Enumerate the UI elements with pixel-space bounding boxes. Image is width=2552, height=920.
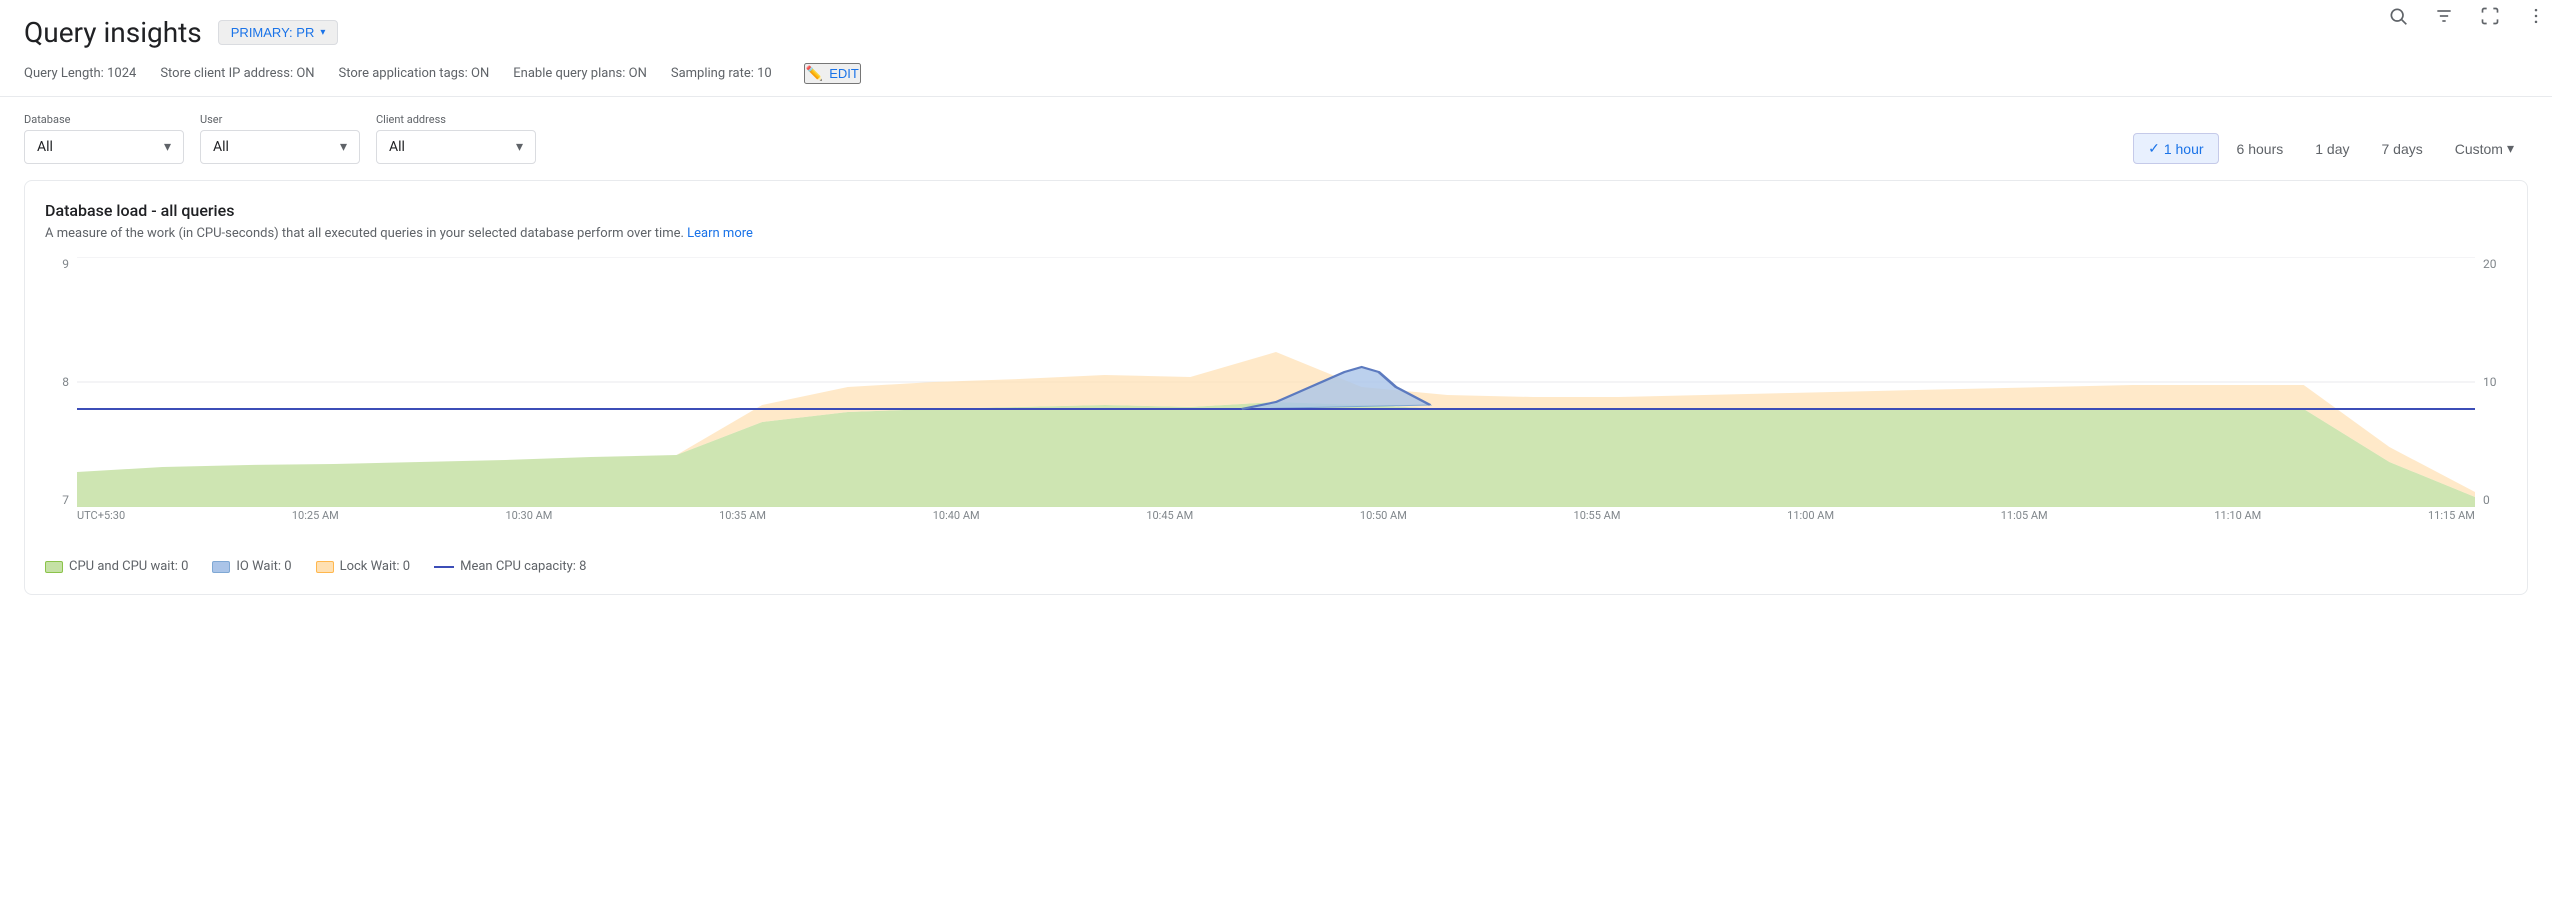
client-address-label: Client address	[376, 113, 536, 126]
legend-io-label: IO Wait: 0	[236, 559, 291, 574]
y-axis-left-mid: 8	[45, 375, 69, 389]
legend-cpu-capacity-label: Mean CPU capacity: 8	[460, 559, 586, 574]
cpu-legend-color	[45, 561, 63, 573]
x-axis-label-1100: 11:00 AM	[1787, 509, 1834, 547]
chevron-down-icon: ▾	[516, 139, 523, 155]
y-axis-right-mid: 10	[2483, 375, 2507, 389]
chevron-down-icon: ▾	[2507, 140, 2514, 157]
database-value: All	[37, 139, 53, 155]
y-axis-left-bottom: 7	[45, 493, 69, 507]
chart-section: Database load - all queries A measure of…	[24, 180, 2528, 595]
chevron-down-icon: ▾	[164, 139, 171, 155]
legend-cpu-capacity: Mean CPU capacity: 8	[434, 559, 586, 574]
legend-cpu: CPU and CPU wait: 0	[45, 559, 188, 574]
client-address-select[interactable]: All ▾	[376, 130, 536, 164]
x-axis-label-utc: UTC+5:30	[77, 509, 125, 547]
database-select[interactable]: All ▾	[24, 130, 184, 164]
x-axis-label-1105: 11:05 AM	[2001, 509, 2048, 547]
time-7days-button[interactable]: 7 days	[2367, 135, 2436, 163]
x-axis-label-1035: 10:35 AM	[719, 509, 766, 547]
edit-button[interactable]: ✏️ EDIT	[804, 63, 861, 84]
time-custom-button[interactable]: Custom ▾	[2441, 134, 2528, 163]
chart-container: 9 8 7 20 10 0	[45, 257, 2507, 547]
chevron-down-icon: ▾	[320, 27, 325, 38]
meta-row: Query Length: 1024 Store client IP addre…	[0, 57, 2552, 97]
cpu-capacity-legend-line	[434, 566, 454, 568]
y-axis-left-top: 9	[45, 257, 69, 271]
x-axis-label-1110: 11:10 AM	[2214, 509, 2261, 547]
filters-row: Database All ▾ User All ▾ Client address…	[0, 97, 2552, 180]
chart-svg	[77, 257, 2475, 507]
page-title: Query insights	[24, 16, 202, 49]
chart-title: Database load - all queries	[45, 201, 753, 220]
x-axis-label-1050: 10:50 AM	[1360, 509, 1407, 547]
x-axis-label-1115: 11:15 AM	[2428, 509, 2475, 547]
checkmark-icon: ✓	[2148, 140, 2160, 157]
primary-pr-label: PRIMARY: PR	[231, 25, 315, 40]
user-label: User	[200, 113, 360, 126]
store-ip-label: Store client IP address: ON	[160, 66, 314, 81]
legend-lock-label: Lock Wait: 0	[340, 559, 411, 574]
x-axis-label-1040: 10:40 AM	[933, 509, 980, 547]
legend-io: IO Wait: 0	[212, 559, 291, 574]
search-icon[interactable]	[2382, 0, 2414, 32]
chart-legend: CPU and CPU wait: 0 IO Wait: 0 Lock Wait…	[45, 547, 2507, 574]
legend-lock: Lock Wait: 0	[316, 559, 411, 574]
time-1hour-button[interactable]: ✓ 1 hour	[2133, 133, 2218, 164]
time-6hours-button[interactable]: 6 hours	[2223, 135, 2298, 163]
x-axis-label-1025: 10:25 AM	[292, 509, 339, 547]
database-label: Database	[24, 113, 184, 126]
store-tags-label: Store application tags: ON	[339, 66, 490, 81]
chart-toolbar	[2382, 0, 2552, 32]
user-filter: User All ▾	[200, 113, 360, 164]
y-axis-right-top: 20	[2483, 257, 2507, 271]
lock-legend-color	[316, 561, 334, 573]
chevron-down-icon: ▾	[340, 139, 347, 155]
x-axis-label-1045: 10:45 AM	[1146, 509, 1193, 547]
user-value: All	[213, 139, 229, 155]
learn-more-link[interactable]: Learn more	[687, 226, 753, 241]
io-legend-color	[212, 561, 230, 573]
query-length-label: Query Length: 1024	[24, 66, 136, 81]
pencil-icon: ✏️	[806, 65, 823, 82]
chart-subtitle: A measure of the work (in CPU-seconds) t…	[45, 226, 753, 241]
client-address-value: All	[389, 139, 405, 155]
database-filter: Database All ▾	[24, 113, 184, 164]
page-header: Query insights PRIMARY: PR ▾	[0, 0, 2552, 57]
x-axis-label-1055: 10:55 AM	[1574, 509, 1621, 547]
sampling-rate-label: Sampling rate: 10	[671, 66, 772, 81]
filter-icon[interactable]	[2428, 0, 2460, 32]
y-axis-right-bottom: 0	[2483, 493, 2507, 507]
time-1day-button[interactable]: 1 day	[2301, 135, 2363, 163]
legend-cpu-label: CPU and CPU wait: 0	[69, 559, 188, 574]
primary-pr-button[interactable]: PRIMARY: PR ▾	[218, 20, 339, 45]
time-range-filters: ✓ 1 hour 6 hours 1 day 7 days Custom ▾	[2133, 133, 2528, 164]
client-address-filter: Client address All ▾	[376, 113, 536, 164]
x-axis-label-1030: 10:30 AM	[505, 509, 552, 547]
more-options-icon[interactable]	[2520, 0, 2552, 32]
user-select[interactable]: All ▾	[200, 130, 360, 164]
fullscreen-icon[interactable]	[2474, 0, 2506, 32]
query-plans-label: Enable query plans: ON	[513, 66, 647, 81]
